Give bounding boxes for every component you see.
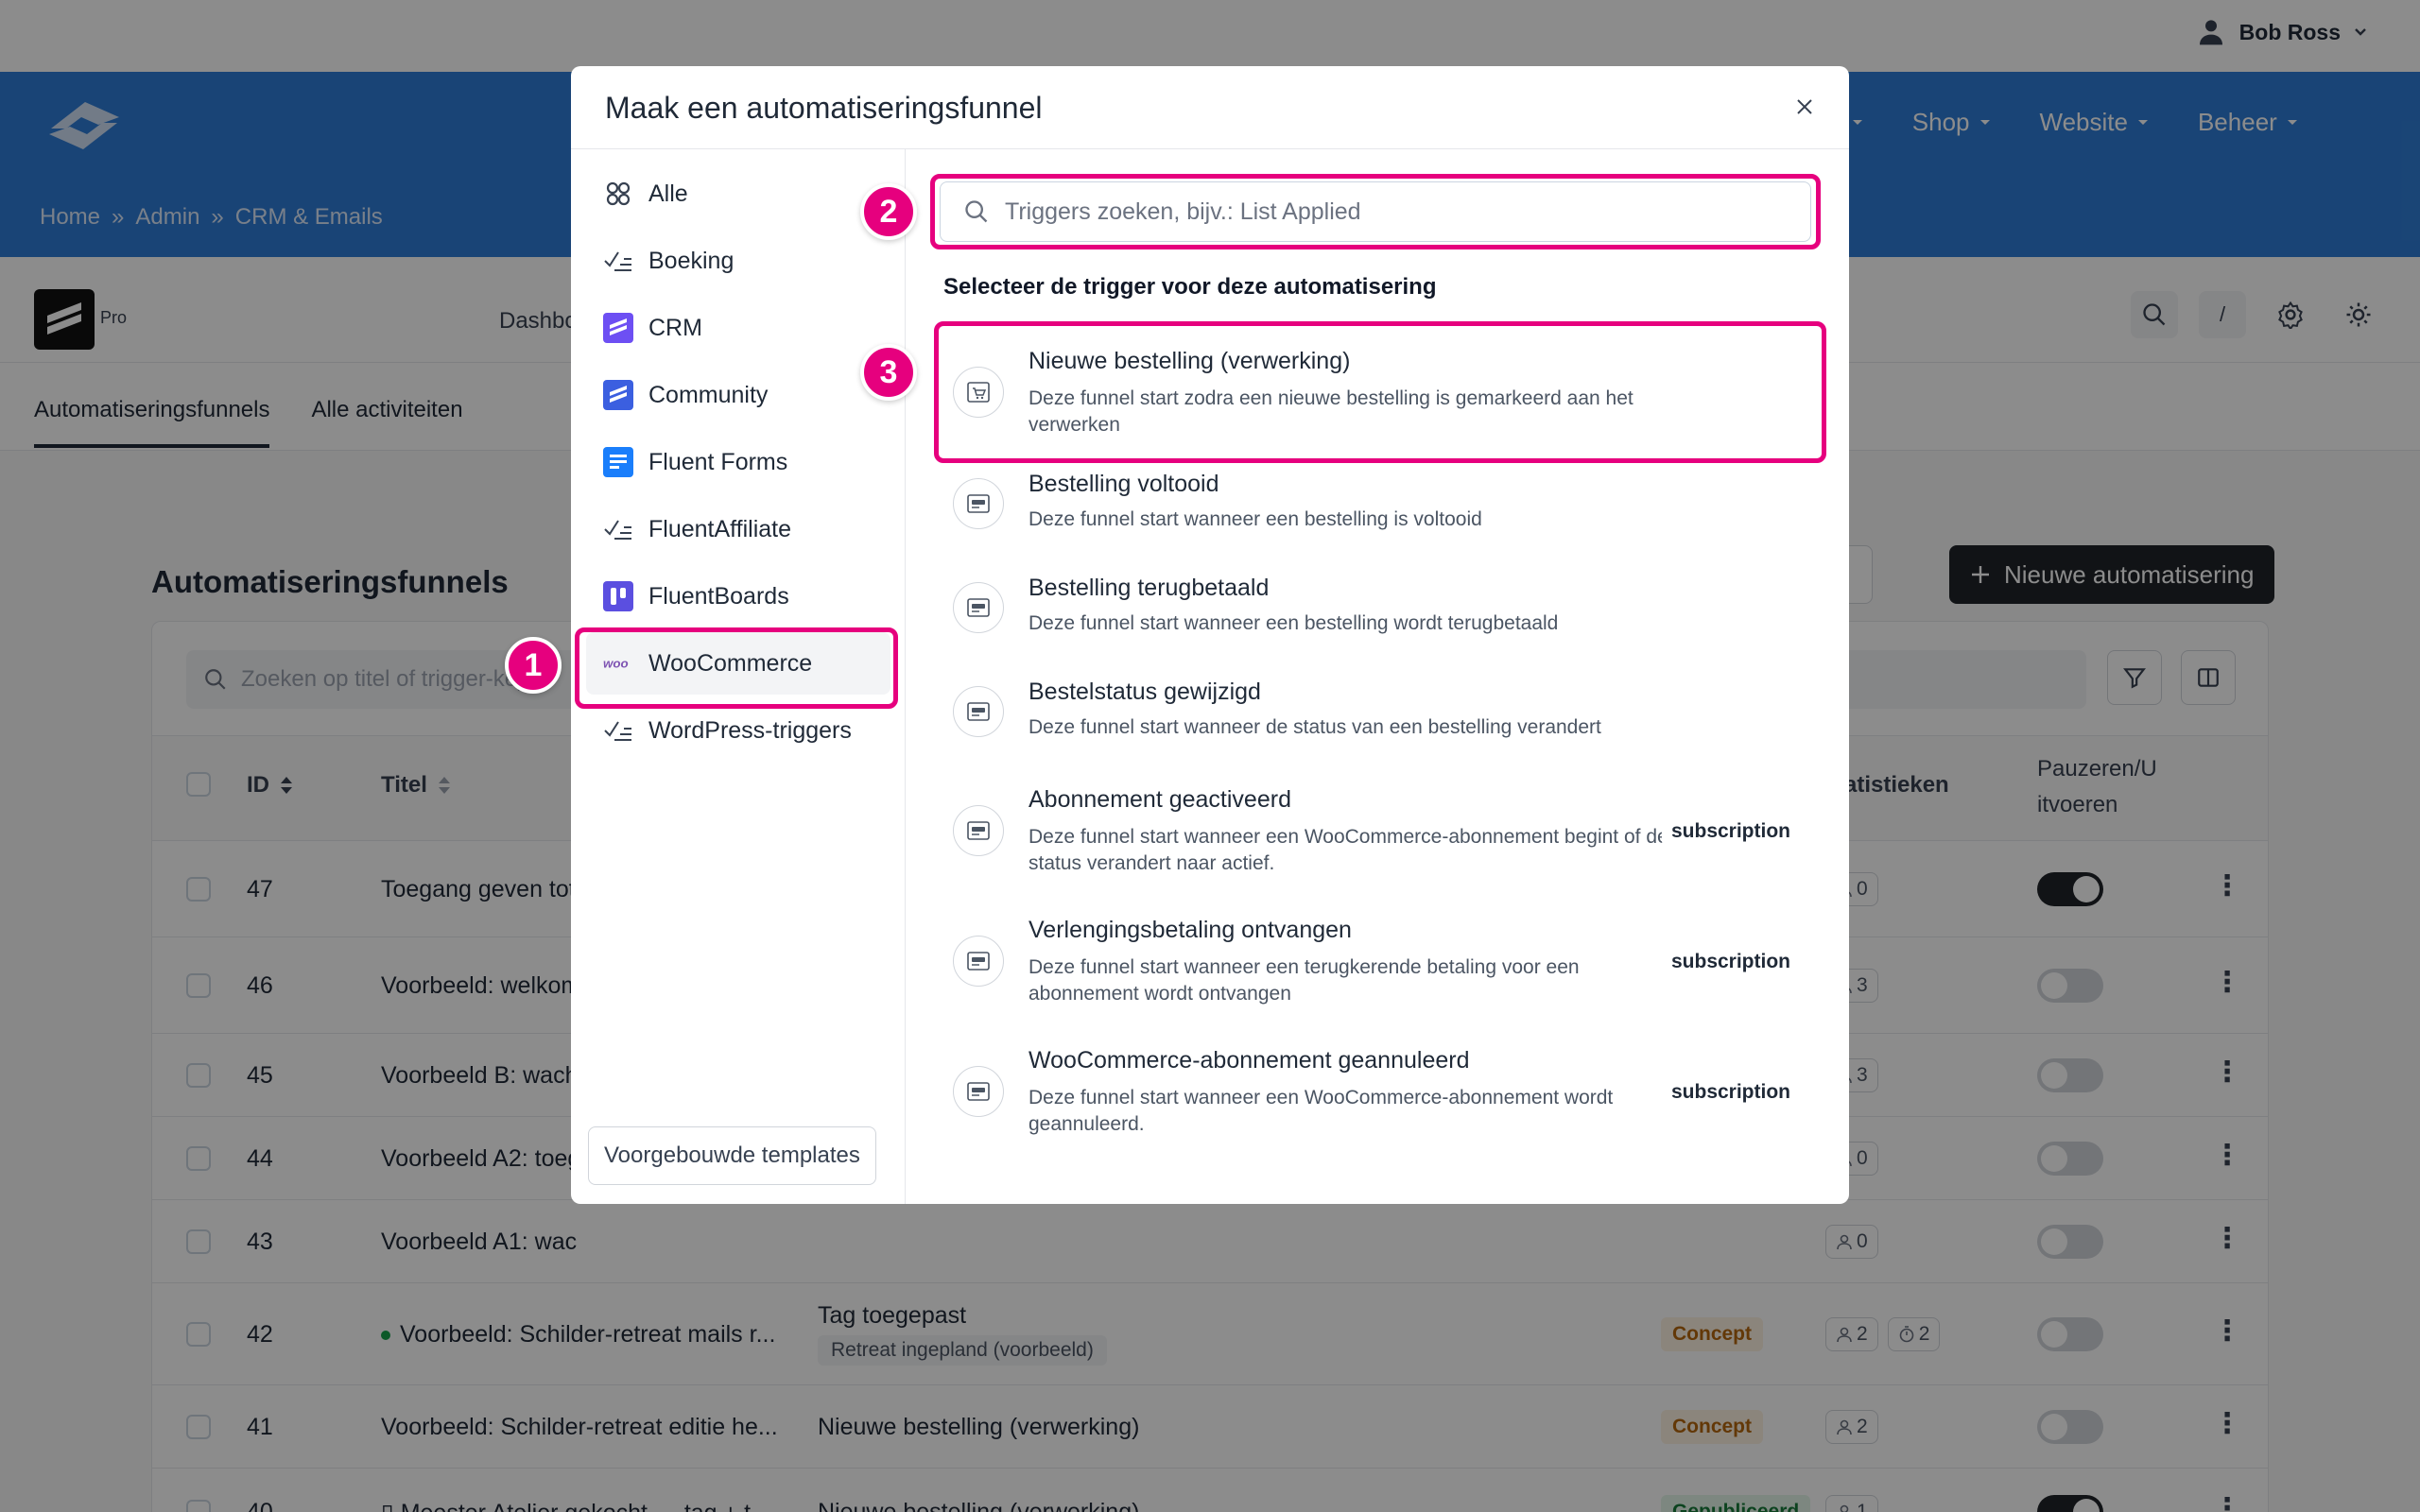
trigger-description: Deze funnel start wanneer de status van …: [1028, 716, 1601, 738]
trigger-description: Deze funnel start wanneer een bestelling…: [1028, 612, 1559, 634]
fluent-community-icon: [603, 380, 633, 410]
trigger-tag: subscription: [1661, 1077, 1800, 1108]
highlight-trigger: [934, 321, 1826, 463]
trigger-item[interactable]: Bestelling terugbetaald Deze funnel start…: [940, 561, 1809, 660]
trigger-title: Verlengingsbetaling ontvangen: [1028, 917, 1352, 943]
trigger-item[interactable]: Bestelling voltooid Deze funnel start wan…: [940, 457, 1809, 556]
category-crm[interactable]: CRM: [586, 297, 890, 359]
category-label: FluentAffiliate: [648, 515, 792, 542]
trigger-title: Bestelling terugbetaald: [1028, 575, 1270, 601]
category-boeking[interactable]: Boeking: [586, 230, 890, 292]
trigger-item[interactable]: WooCommerce-abonnement geannuleerd Deze f…: [940, 1030, 1809, 1153]
highlight-woocommerce: [575, 627, 898, 709]
fluentboards-icon: [603, 581, 633, 611]
woo-order-icon: [953, 582, 1004, 633]
category-label: Boeking: [648, 247, 735, 274]
trigger-item[interactable]: Verlengingsbetaling ontvangen Deze funnel…: [940, 900, 1809, 1022]
category-label: WordPress-triggers: [648, 716, 852, 744]
category-label: FluentBoards: [648, 582, 789, 610]
trigger-lines-icon: [603, 246, 633, 276]
highlight-search: [930, 174, 1821, 249]
woo-order-icon: [953, 936, 1004, 987]
category-community[interactable]: Community: [586, 364, 890, 426]
modal-title: Maak een automatiseringsfunnel: [605, 91, 1043, 125]
category-alle[interactable]: Alle: [586, 163, 890, 225]
trigger-title: Abonnement geactiveerd: [1028, 786, 1291, 813]
step-marker-1: 1: [505, 637, 562, 694]
grid-icon: [603, 179, 633, 209]
trigger-item[interactable]: Bestelstatus gewijzigd Deze funnel start …: [940, 665, 1809, 764]
trigger-panel: Selecteer de trigger voor deze automatis…: [906, 149, 1849, 1204]
category-label: Fluent Forms: [648, 448, 788, 475]
woo-order-icon: [953, 686, 1004, 737]
category-sidebar: Alle Boeking CRM Community Fluent Forms …: [571, 149, 906, 1204]
trigger-subheading: Selecteer de trigger voor deze automatis…: [943, 274, 1437, 300]
trigger-description: Deze funnel start wanneer een WooCommerc…: [1028, 826, 1668, 874]
woo-order-icon: [953, 1066, 1004, 1117]
category-label: Alle: [648, 180, 688, 207]
trigger-description: Deze funnel start wanneer een WooCommerc…: [1028, 1087, 1614, 1135]
trigger-tag: subscription: [1661, 947, 1800, 977]
category-fluentaffiliate[interactable]: FluentAffiliate: [586, 498, 890, 560]
category-fluentboards[interactable]: FluentBoards: [586, 565, 890, 627]
woo-order-icon: [953, 478, 1004, 529]
trigger-title: WooCommerce-abonnement geannuleerd: [1028, 1047, 1470, 1074]
step-marker-3: 3: [860, 344, 917, 401]
close-button[interactable]: [1789, 91, 1821, 123]
trigger-lines-icon: [603, 514, 633, 544]
trigger-description: Deze funnel start wanneer een terugkeren…: [1028, 956, 1580, 1005]
fluent-forms-icon: [603, 447, 633, 477]
trigger-item[interactable]: Abonnement geactiveerd Deze funnel start …: [940, 769, 1809, 892]
trigger-lines-icon: [603, 715, 633, 746]
create-funnel-modal: Maak een automatiseringsfunnel Alle Boek…: [571, 66, 1849, 1204]
trigger-description: Deze funnel start wanneer een bestelling…: [1028, 508, 1482, 530]
close-icon: [1797, 99, 1812, 114]
trigger-title: Bestelstatus gewijzigd: [1028, 679, 1261, 705]
trigger-tag: subscription: [1661, 816, 1800, 847]
category-label: CRM: [648, 314, 702, 341]
step-marker-2: 2: [860, 183, 917, 240]
fluentcrm-icon: [603, 313, 633, 343]
woo-order-icon: [953, 805, 1004, 856]
prebuilt-templates-button[interactable]: Voorgebouwde templates: [588, 1126, 876, 1185]
trigger-title: Bestelling voltooid: [1028, 471, 1219, 497]
category-label: Community: [648, 381, 769, 408]
modal-header: Maak een automatiseringsfunnel: [571, 66, 1849, 149]
category-fluent-forms[interactable]: Fluent Forms: [586, 431, 890, 493]
